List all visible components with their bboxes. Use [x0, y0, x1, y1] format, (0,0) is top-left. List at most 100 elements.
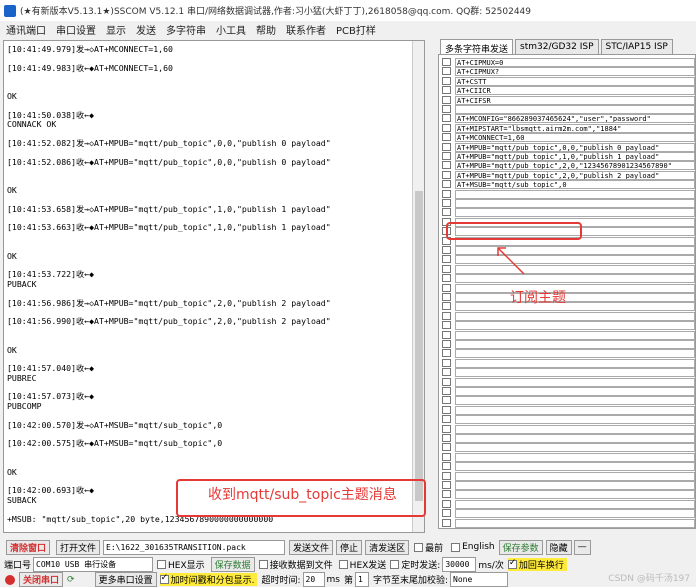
- command-input[interactable]: [455, 490, 695, 500]
- more-settings-button[interactable]: 更多串口设置: [94, 572, 157, 587]
- command-input[interactable]: AT+MSUB="mqtt/sub_topic",0: [455, 180, 695, 190]
- hex-display-checkbox[interactable]: HEX显示: [157, 558, 205, 571]
- checkbox-box[interactable]: [338, 559, 348, 569]
- command-checkbox[interactable]: [442, 321, 451, 330]
- command-checkbox[interactable]: [442, 264, 451, 273]
- command-checkbox[interactable]: [442, 358, 451, 367]
- command-checkbox[interactable]: [442, 114, 451, 123]
- command-input[interactable]: AT+MPUB="mqtt/pub_topic",0,0,"publish 0 …: [455, 142, 695, 152]
- command-input[interactable]: [455, 321, 695, 331]
- command-checkbox[interactable]: [442, 349, 451, 358]
- recv-to-file-checkbox[interactable]: 接收数据到文件: [258, 558, 333, 571]
- command-input[interactable]: [455, 462, 695, 472]
- command-checkbox[interactable]: [442, 189, 451, 198]
- receive-scrollbar[interactable]: [412, 41, 424, 532]
- command-input[interactable]: [455, 199, 695, 208]
- command-checkbox[interactable]: [442, 499, 451, 508]
- command-input[interactable]: [455, 481, 695, 490]
- command-input[interactable]: [455, 330, 695, 340]
- command-input[interactable]: AT+CIPMUX?: [455, 67, 695, 77]
- command-checkbox[interactable]: [442, 311, 451, 320]
- command-input[interactable]: [455, 302, 695, 312]
- tab-stm32-isp[interactable]: stm32/GD32 ISP: [515, 39, 599, 54]
- command-input[interactable]: [455, 396, 695, 406]
- port-select[interactable]: COM10 USB 串行设备: [33, 556, 154, 572]
- command-checkbox[interactable]: [442, 368, 451, 377]
- command-checkbox[interactable]: [442, 161, 451, 170]
- page-input[interactable]: 1: [354, 572, 369, 587]
- command-input[interactable]: AT+MIPSTART="lbsmqtt.airm2m.com","1884": [455, 123, 695, 133]
- close-port-button[interactable]: 关闭串口: [19, 572, 64, 587]
- command-checkbox[interactable]: [442, 293, 451, 301]
- menu-item-display[interactable]: 显示: [106, 22, 126, 37]
- command-input[interactable]: [455, 424, 695, 434]
- checkbox-box[interactable]: [258, 559, 268, 569]
- command-checkbox[interactable]: [442, 123, 451, 132]
- checksum-select[interactable]: None: [450, 572, 509, 587]
- clear-send-button[interactable]: 清发送区: [365, 539, 410, 555]
- tab-multi-string[interactable]: 多条字符串发送: [440, 39, 514, 55]
- command-checkbox[interactable]: [442, 434, 451, 442]
- command-input[interactable]: AT+CIICR: [455, 86, 695, 96]
- command-checkbox[interactable]: [442, 67, 451, 76]
- save-data-button[interactable]: 保存数据: [210, 556, 255, 572]
- menu-item-contact[interactable]: 联系作者: [286, 22, 326, 37]
- command-input[interactable]: AT+MCONNECT=1,60: [455, 133, 695, 143]
- menu-item-help[interactable]: 帮助: [256, 22, 276, 37]
- tab-stc-isp[interactable]: STC/IAP15 ISP: [600, 39, 673, 54]
- command-checkbox[interactable]: [442, 396, 451, 405]
- command-input[interactable]: [455, 358, 695, 368]
- command-checkbox[interactable]: [442, 387, 451, 395]
- command-input[interactable]: [455, 471, 695, 481]
- command-checkbox[interactable]: [442, 105, 451, 113]
- add-crlf-checkbox[interactable]: 加回车换行: [507, 557, 567, 571]
- checkbox-box[interactable]: [414, 542, 424, 552]
- checkbox-box[interactable]: [157, 559, 167, 569]
- command-checkbox[interactable]: [442, 490, 451, 499]
- command-input[interactable]: [455, 443, 695, 453]
- send-file-button[interactable]: 发送文件: [289, 539, 334, 555]
- command-input[interactable]: AT+MPUB="mqtt/pub_topic",2,0,"publish 2 …: [455, 170, 695, 180]
- command-checkbox[interactable]: [442, 424, 451, 433]
- menu-item-serial-settings[interactable]: 串口设置: [56, 22, 96, 37]
- command-checkbox[interactable]: [442, 283, 451, 292]
- command-checkbox[interactable]: [442, 142, 451, 151]
- checkbox-box[interactable]: [159, 573, 169, 584]
- command-checkbox[interactable]: [442, 133, 451, 142]
- command-checkbox[interactable]: [442, 170, 451, 179]
- command-input[interactable]: [455, 434, 695, 443]
- command-input[interactable]: AT+CSTT: [455, 76, 695, 86]
- command-checkbox[interactable]: [442, 509, 451, 518]
- command-input[interactable]: AT+CIPMUX=0: [455, 58, 695, 67]
- command-input[interactable]: [455, 415, 695, 425]
- checkbox-box[interactable]: [507, 558, 517, 569]
- command-checkbox[interactable]: [442, 340, 451, 348]
- command-input[interactable]: [455, 293, 695, 302]
- command-input[interactable]: AT+MPUB="mqtt/pub_topic",1,0,"publish 1 …: [455, 152, 695, 161]
- command-checkbox[interactable]: [442, 330, 451, 339]
- command-checkbox[interactable]: [442, 208, 451, 217]
- hex-send-checkbox[interactable]: HEX发送: [338, 558, 386, 571]
- menu-item-tools[interactable]: 小工具: [216, 22, 246, 37]
- english-checkbox[interactable]: English: [451, 542, 495, 552]
- command-checkbox[interactable]: [442, 302, 451, 311]
- command-input[interactable]: AT+MCONFIG="866289037465624","user","pas…: [455, 114, 695, 124]
- command-input[interactable]: [455, 518, 695, 528]
- command-checkbox[interactable]: [442, 481, 451, 489]
- command-checkbox[interactable]: [442, 86, 451, 95]
- scrollbar-thumb[interactable]: [415, 191, 423, 501]
- command-checkbox[interactable]: [442, 199, 451, 207]
- command-input[interactable]: [455, 509, 695, 519]
- command-input[interactable]: AT+CIFSR: [455, 95, 695, 105]
- command-checkbox[interactable]: [442, 76, 451, 85]
- menu-item-send[interactable]: 发送: [136, 22, 156, 37]
- receive-area[interactable]: [10:41:49.979]发→◇AT+MCONNECT=1,60 [10:41:…: [3, 40, 425, 533]
- command-checkbox[interactable]: [442, 471, 451, 480]
- command-input[interactable]: [455, 387, 695, 396]
- command-checkbox[interactable]: [442, 255, 451, 264]
- command-input[interactable]: [455, 405, 695, 415]
- command-checkbox[interactable]: [442, 180, 451, 189]
- command-input[interactable]: AT+MPUB="mqtt/pub_topic",2,0,"1234567890…: [455, 161, 695, 171]
- minimize-panel-button[interactable]: —: [573, 539, 591, 555]
- refresh-icon[interactable]: ⟳: [67, 575, 75, 585]
